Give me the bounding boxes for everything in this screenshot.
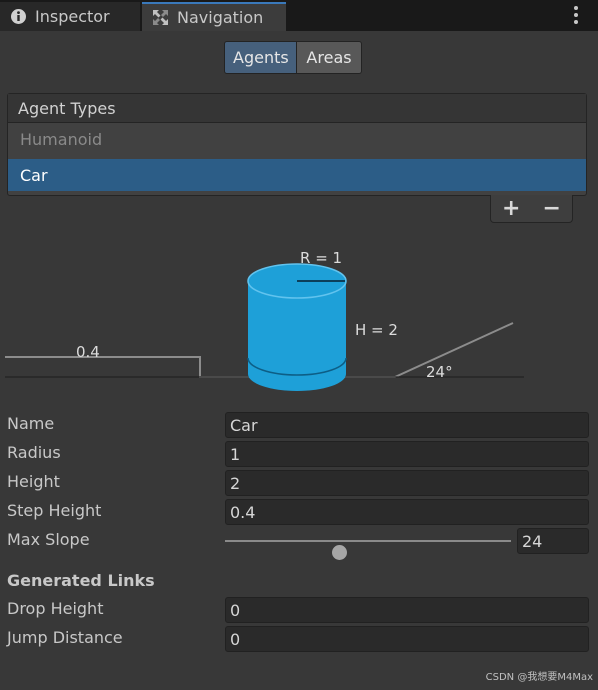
- radius-label: Radius: [7, 443, 61, 462]
- drop-height-field[interactable]: 0: [225, 597, 589, 623]
- tab-inspector[interactable]: Inspector: [0, 2, 140, 31]
- navigation-icon: [152, 9, 169, 26]
- watermark: CSDN @我想要M4Max: [485, 672, 593, 683]
- info-icon: [10, 8, 27, 25]
- step-height-field[interactable]: 0.4: [225, 499, 589, 525]
- agent-cylinder-icon: [247, 263, 347, 391]
- name-label: Name: [7, 414, 55, 433]
- name-row: Name Car: [7, 412, 589, 438]
- max-slope-row: Max Slope 24: [7, 528, 589, 560]
- areas-toggle-button[interactable]: Areas: [297, 41, 362, 74]
- list-item-car[interactable]: Car: [8, 159, 586, 191]
- agent-types-list: Agent Types Humanoid Car: [7, 93, 587, 196]
- height-label: H = 2: [355, 321, 398, 339]
- drop-height-label: Drop Height: [7, 599, 104, 618]
- height-row: Height 2: [7, 470, 589, 496]
- jump-distance-field[interactable]: 0: [225, 626, 589, 652]
- slope-label: 24°: [426, 363, 453, 381]
- mode-toggle: Agents Areas: [224, 41, 362, 74]
- agent-diagram: R = 1 H = 2 0.4 24°: [5, 249, 524, 391]
- step-height-label: Step Height: [7, 501, 102, 520]
- list-footer-buttons: + −: [490, 195, 573, 223]
- height-field[interactable]: 2: [225, 470, 589, 496]
- agents-toggle-button[interactable]: Agents: [224, 41, 297, 74]
- tab-navigation[interactable]: Navigation: [142, 2, 286, 31]
- step-height-row: Step Height 0.4: [7, 499, 589, 525]
- tab-navigation-label: Navigation: [177, 8, 264, 27]
- agent-types-header: Agent Types: [8, 94, 586, 123]
- jump-distance-row: Jump Distance 0: [7, 626, 589, 652]
- more-options-icon[interactable]: [572, 6, 580, 24]
- tab-bar: Inspector Navigation: [0, 0, 598, 31]
- height-label: Height: [7, 472, 60, 491]
- max-slope-label: Max Slope: [7, 530, 90, 549]
- remove-agent-button[interactable]: −: [540, 197, 564, 220]
- max-slope-slider-thumb[interactable]: [331, 545, 347, 560]
- radius-field[interactable]: 1: [225, 441, 589, 467]
- name-field[interactable]: Car: [225, 412, 589, 438]
- drop-height-row: Drop Height 0: [7, 597, 589, 623]
- list-item-humanoid[interactable]: Humanoid: [8, 123, 586, 155]
- add-agent-button[interactable]: +: [499, 197, 523, 220]
- generated-links-title: Generated Links: [7, 571, 155, 590]
- max-slope-field[interactable]: 24: [517, 528, 589, 554]
- radius-label: R = 1: [300, 249, 342, 267]
- radius-row: Radius 1: [7, 441, 589, 467]
- step-label: 0.4: [76, 343, 100, 361]
- tab-inspector-label: Inspector: [35, 7, 110, 26]
- jump-distance-label: Jump Distance: [7, 628, 123, 647]
- max-slope-slider[interactable]: [225, 540, 511, 560]
